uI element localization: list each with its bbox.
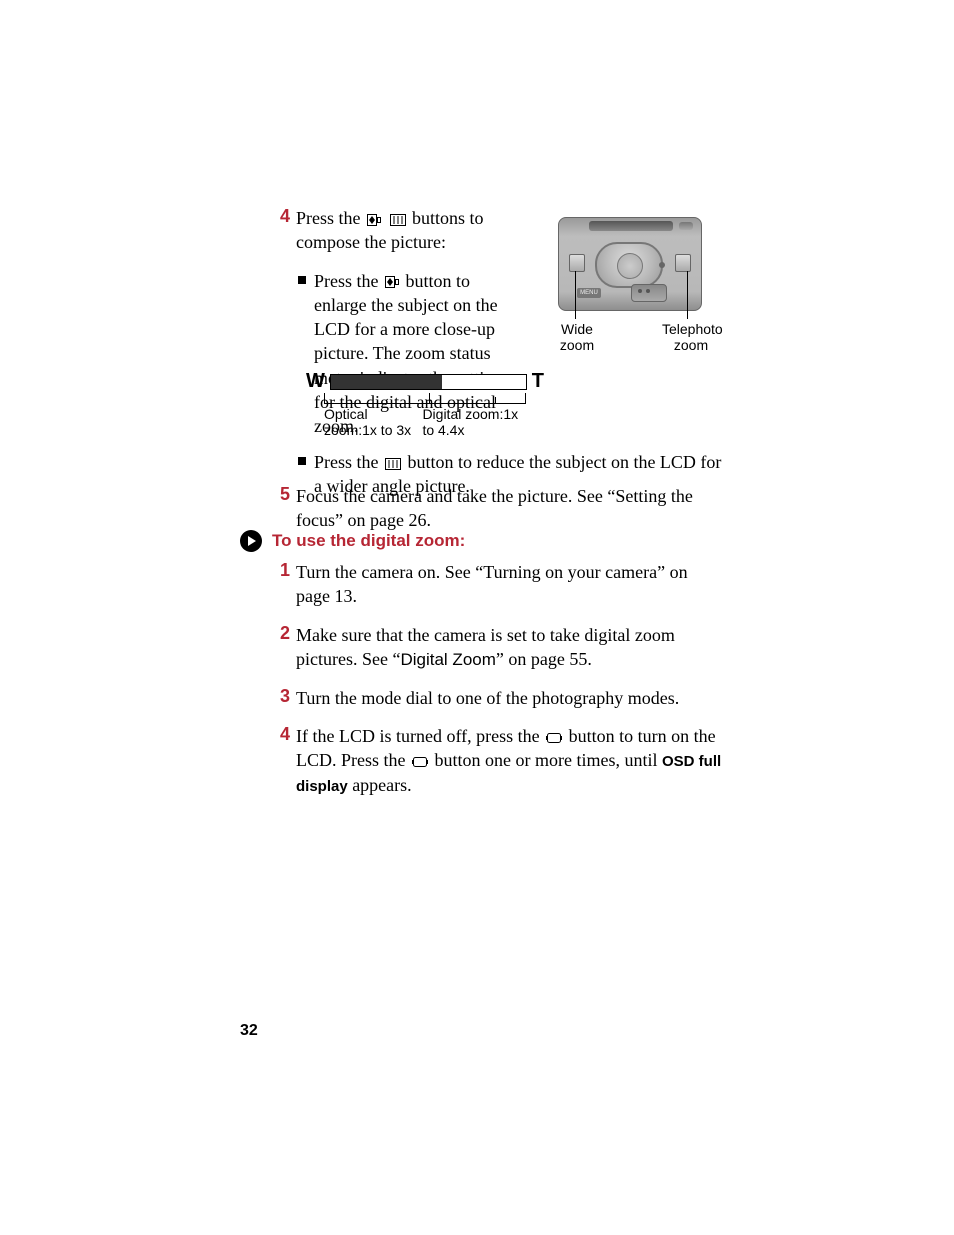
meter-w-label: W <box>306 370 325 393</box>
square-bullet-icon <box>298 276 306 284</box>
dz-step-4-d: appears. <box>348 775 412 795</box>
camera-wide-button <box>569 254 585 272</box>
lcd-button-icon <box>546 724 562 748</box>
telephoto-button-icon <box>385 269 399 293</box>
meter-bar-fill <box>331 375 442 389</box>
meter-scale-divider <box>429 393 430 403</box>
meter-optical-label: Optical zoom:1x to 3x <box>324 406 422 438</box>
dz-step-2-alt: Digital Zoom <box>400 650 495 669</box>
camera-control-dpad <box>595 242 663 288</box>
step-5-block: 5 Focus the camera and take the picture.… <box>270 484 722 533</box>
section-heading-row: To use the digital zoom: <box>240 530 465 552</box>
meter-bar-row: W T <box>306 370 544 393</box>
step-5-text: Focus the camera and take the picture. S… <box>296 484 722 533</box>
manual-page: 4 Press the buttons to compose the pictu… <box>0 0 954 1235</box>
dz-step-4-text: If the LCD is turned off, press the butt… <box>296 724 722 797</box>
meter-digital-label: Digital zoom:1x to 4.4x <box>422 406 526 438</box>
dz-step-3: 3 Turn the mode dial to one of the photo… <box>270 686 722 710</box>
telephoto-button-icon <box>367 206 381 230</box>
digital-zoom-steps: 1 Turn the camera on. See “Turning on yo… <box>270 560 722 811</box>
camera-tele-button <box>675 254 691 272</box>
wide-button-icon <box>390 206 406 230</box>
camera-body: MENU <box>558 217 702 311</box>
square-bullet-icon <box>298 457 306 465</box>
meter-scale <box>324 393 526 404</box>
step-4-text-a: Press the <box>296 208 365 228</box>
page-number: 32 <box>240 1022 258 1040</box>
camera-shutter-knob <box>679 222 693 230</box>
camera-figure: MENU Wide zoom Telephoto zoom <box>558 217 702 311</box>
dz-step-1: 1 Turn the camera on. See “Turning on yo… <box>270 560 722 609</box>
step-number-4b: 4 <box>270 724 290 745</box>
play-triangle-icon <box>240 530 262 552</box>
step-5-row: 5 Focus the camera and take the picture.… <box>270 484 722 533</box>
step-number-5: 5 <box>270 484 290 505</box>
step-number-1: 1 <box>270 560 290 581</box>
section-heading: To use the digital zoom: <box>272 531 465 551</box>
dz-step-4: 4 If the LCD is turned off, press the bu… <box>270 724 722 797</box>
meter-scale-tick <box>495 397 496 403</box>
dz-step-1-text: Turn the camera on. See “Turning on your… <box>296 560 722 609</box>
step-number-4: 4 <box>270 206 290 227</box>
meter-labels-row: Optical zoom:1x to 3x Digital zoom:1x to… <box>324 406 526 438</box>
dz-step-3-text: Turn the mode dial to one of the photogr… <box>296 686 722 710</box>
callout-line-tele <box>687 271 688 319</box>
dz-step-4-c: button one or more times, until <box>430 750 662 770</box>
step-number-2: 2 <box>270 623 290 644</box>
camera-nav-pad <box>631 284 667 302</box>
step-number-3: 3 <box>270 686 290 707</box>
dz-step-2-b: ” on page 55. <box>496 649 592 669</box>
meter-t-label: T <box>532 370 544 393</box>
camera-menu-button: MENU <box>577 288 601 298</box>
meter-bar <box>330 374 527 390</box>
zoom-status-meter: W T Optical zoom:1x to 3x Digital zoom:1… <box>306 370 544 438</box>
dz-step-4-a: If the LCD is turned off, press the <box>296 726 544 746</box>
dz-step-2: 2 Make sure that the camera is set to ta… <box>270 623 722 672</box>
dz-step-2-text: Make sure that the camera is set to take… <box>296 623 722 672</box>
callout-label-tele: Telephoto zoom <box>662 321 720 353</box>
step-4-text: Press the buttons to compose the picture… <box>296 206 525 255</box>
callout-line-wide <box>575 271 576 319</box>
bullet-a: Press the <box>314 271 383 291</box>
wide-button-icon <box>385 450 401 474</box>
camera-top-plate <box>589 221 673 231</box>
callout-label-wide: Wide zoom <box>554 321 600 353</box>
step-4-row: 4 Press the buttons to compose the pictu… <box>270 206 525 255</box>
lcd-button-icon <box>412 748 428 772</box>
bullet-reduce-a: Press the <box>314 452 383 472</box>
